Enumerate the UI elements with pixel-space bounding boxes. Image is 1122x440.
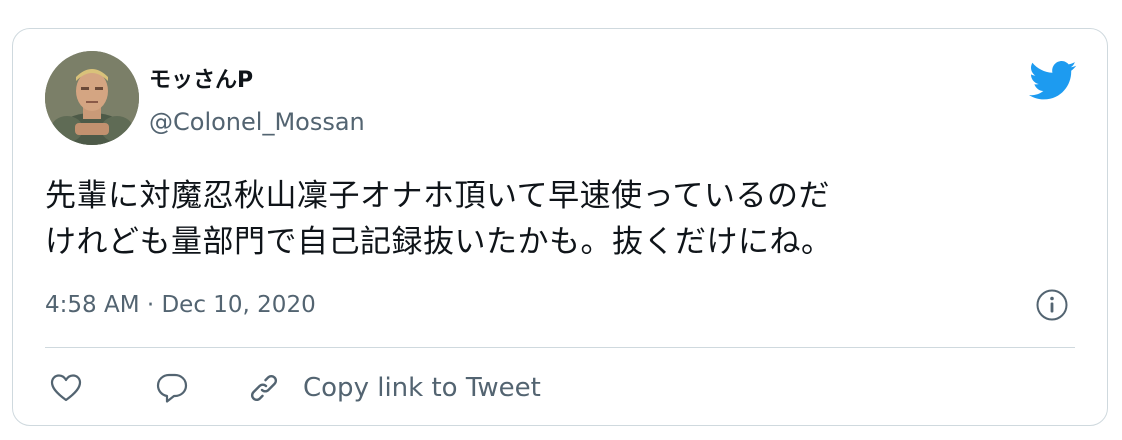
avatar-image (45, 51, 139, 145)
tweet-text-line-1: 先輩に対魔忍秋山凜子オナホ頂いて早速使っているのだ (45, 178, 831, 214)
divider (45, 347, 1075, 348)
heart-icon[interactable] (49, 371, 83, 405)
user-handle[interactable]: @Colonel_Mossan (149, 107, 365, 137)
avatar[interactable] (45, 51, 139, 145)
link-icon (250, 374, 278, 402)
info-icon[interactable] (1035, 288, 1069, 322)
twitter-bird-icon[interactable] (1029, 61, 1077, 101)
reply-bubble-icon[interactable] (155, 371, 189, 405)
display-name[interactable]: モッさんP (149, 67, 253, 95)
tweet-timestamp[interactable]: 4:58 AM · Dec 10, 2020 (45, 290, 316, 320)
copy-link-label: Copy link to Tweet (303, 373, 541, 403)
action-bar: Copy link to Tweet (45, 363, 1075, 413)
tweet-text: 先輩に対魔忍秋山凜子オナホ頂いて早速使っているのだ けれども量部門で自己記録抜い… (45, 173, 1055, 265)
copy-link-button[interactable]: Copy link to Tweet (247, 367, 541, 409)
tweet-text-line-2: けれども量部門で自己記録抜いたかも。抜くだけにね。 (45, 224, 833, 260)
tweet-card: モッさんP @Colonel_Mossan 先輩に対魔忍秋山凜子オナホ頂いて早速… (12, 28, 1108, 426)
